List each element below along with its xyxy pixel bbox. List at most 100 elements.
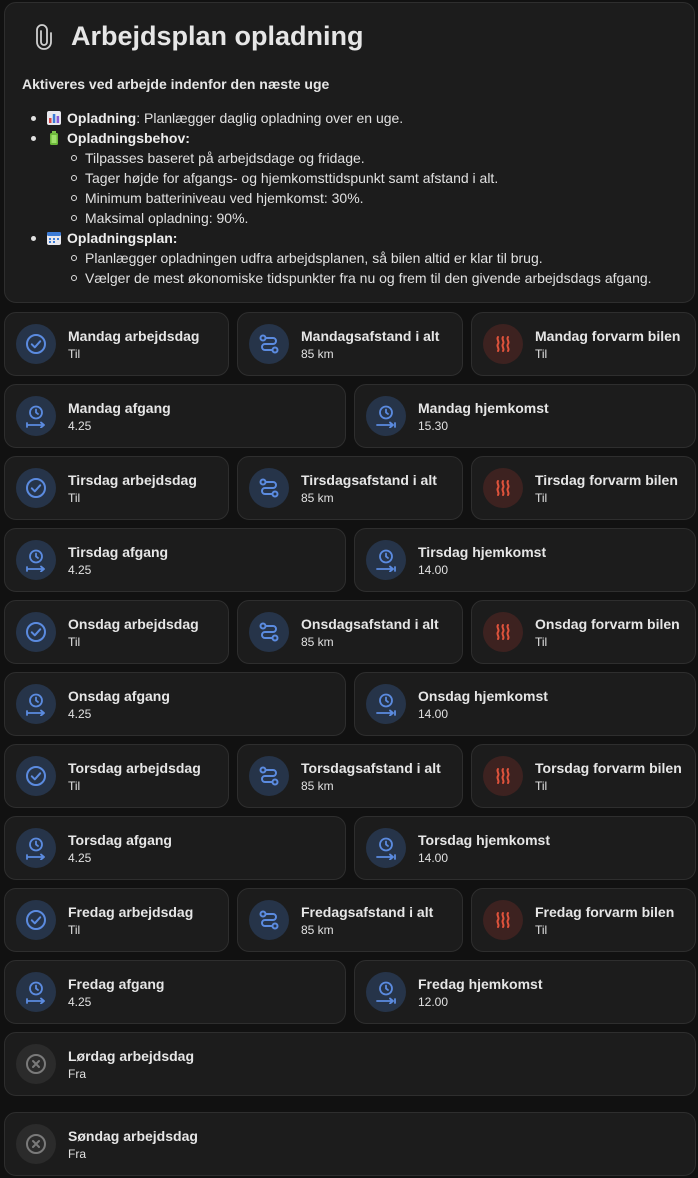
clock-departure-icon[interactable] bbox=[16, 972, 56, 1012]
tile-state: 15.30 bbox=[418, 419, 449, 433]
tile-name: Torsdagsafstand i alt bbox=[301, 760, 441, 776]
tile-thu-ret[interactable]: Torsdag hjemkomst 14.00 bbox=[354, 816, 696, 880]
tile-name: Mandag arbejdsdag bbox=[68, 328, 200, 344]
tile-tue-dist[interactable]: Tirsdagsafstand i alt 85 km bbox=[237, 456, 463, 520]
tile-mon-dist[interactable]: Mandagsafstand i alt 85 km bbox=[237, 312, 463, 376]
check-circle-icon[interactable] bbox=[16, 612, 56, 652]
heat-wave-icon[interactable] bbox=[483, 900, 523, 940]
tile-state: 4.25 bbox=[68, 419, 92, 433]
route-icon[interactable] bbox=[249, 324, 289, 364]
tile-sun-work[interactable]: Søndag arbejdsdag Fra bbox=[4, 1112, 696, 1176]
sub-list: Tilpasses baseret på arbejdsdage og frid… bbox=[47, 148, 652, 228]
tile-state: 85 km bbox=[301, 347, 334, 361]
tile-fri-dep[interactable]: Fredag afgang 4.25 bbox=[4, 960, 346, 1024]
tile-name: Mandag forvarm bilen bbox=[535, 328, 681, 344]
route-icon[interactable] bbox=[249, 900, 289, 940]
tile-mon-ret[interactable]: Mandag hjemkomst 15.30 bbox=[354, 384, 696, 448]
tile-wed-ret[interactable]: Onsdag hjemkomst 14.00 bbox=[354, 672, 696, 736]
route-icon[interactable] bbox=[249, 612, 289, 652]
tile-name: Fredag arbejdsdag bbox=[68, 904, 194, 920]
clock-departure-icon[interactable] bbox=[16, 828, 56, 868]
tile-name: Tirsdag arbejdsdag bbox=[68, 472, 197, 488]
tile-name: Tirsdag afgang bbox=[68, 544, 169, 560]
clock-arrival-icon[interactable] bbox=[366, 828, 406, 868]
clock-arrival-icon[interactable] bbox=[366, 684, 406, 724]
tile-name: Onsdag afgang bbox=[68, 688, 170, 704]
tile-name: Mandagsafstand i alt bbox=[301, 328, 440, 344]
tile-name: Fredag hjemkomst bbox=[418, 976, 543, 992]
tile-tue-ret[interactable]: Tirsdag hjemkomst 14.00 bbox=[354, 528, 696, 592]
list-item: Opladningsbehov: Tilpasses baseret på ar… bbox=[31, 128, 652, 228]
check-circle-icon[interactable] bbox=[16, 324, 56, 364]
tile-state: Til bbox=[535, 779, 548, 793]
tile-state: 85 km bbox=[301, 635, 334, 649]
tile-fri-work[interactable]: Fredag arbejdsdag Til bbox=[4, 888, 229, 952]
clock-arrival-icon[interactable] bbox=[366, 972, 406, 1012]
tile-thu-heat[interactable]: Torsdag forvarm bilen Til bbox=[471, 744, 696, 808]
tile-state: Til bbox=[535, 491, 548, 505]
battery-icon bbox=[47, 131, 61, 145]
close-circle-icon[interactable] bbox=[16, 1044, 56, 1084]
tile-state: 12.00 bbox=[418, 995, 449, 1009]
route-icon[interactable] bbox=[249, 468, 289, 508]
tile-state: Til bbox=[68, 779, 81, 793]
tile-name: Torsdag arbejdsdag bbox=[68, 760, 201, 776]
check-circle-icon[interactable] bbox=[16, 756, 56, 796]
tile-name: Lørdag arbejdsdag bbox=[68, 1048, 195, 1064]
clock-departure-icon[interactable] bbox=[16, 540, 56, 580]
heat-wave-icon[interactable] bbox=[483, 324, 523, 364]
list-item: Planlægger opladningen udfra arbejdsplan… bbox=[71, 248, 652, 268]
list-item: Tager højde for afgangs- og hjemkomsttid… bbox=[71, 168, 652, 188]
tile-fri-ret[interactable]: Fredag hjemkomst 12.00 bbox=[354, 960, 696, 1024]
tile-state: 4.25 bbox=[68, 563, 92, 577]
tile-wed-dist[interactable]: Onsdagsafstand i alt 85 km bbox=[237, 600, 463, 664]
tile-tue-heat[interactable]: Tirsdag forvarm bilen Til bbox=[471, 456, 696, 520]
tile-thu-dist[interactable]: Torsdagsafstand i alt 85 km bbox=[237, 744, 463, 808]
tile-wed-heat[interactable]: Onsdag forvarm bilen Til bbox=[471, 600, 696, 664]
bar-chart-icon bbox=[47, 111, 61, 125]
tile-tue-dep[interactable]: Tirsdag afgang 4.25 bbox=[4, 528, 346, 592]
tile-thu-dep[interactable]: Torsdag afgang 4.25 bbox=[4, 816, 346, 880]
list-item: Minimum batteriniveau ved hjemkomst: 30%… bbox=[71, 188, 652, 208]
tile-fri-heat[interactable]: Fredag forvarm bilen Til bbox=[471, 888, 696, 952]
tile-fri-dist[interactable]: Fredagsafstand i alt 85 km bbox=[237, 888, 463, 952]
list-item: Vælger de mest økonomiske tidspunkter fr… bbox=[71, 270, 652, 286]
list-item: Opladning: Planlægger daglig opladning o… bbox=[31, 108, 652, 128]
tile-mon-dep[interactable]: Mandag afgang 4.25 bbox=[4, 384, 346, 448]
tile-mon-work[interactable]: Mandag arbejdsdag Til bbox=[4, 312, 229, 376]
tile-state: Til bbox=[68, 923, 81, 937]
close-circle-icon[interactable] bbox=[16, 1124, 56, 1164]
tile-state: 85 km bbox=[301, 923, 334, 937]
heat-wave-icon[interactable] bbox=[483, 756, 523, 796]
tile-state: 14.00 bbox=[418, 707, 449, 721]
tile-mon-heat[interactable]: Mandag forvarm bilen Til bbox=[471, 312, 696, 376]
tile-sat-work[interactable]: Lørdag arbejdsdag Fra bbox=[4, 1032, 696, 1096]
tile-state: 14.00 bbox=[418, 851, 449, 865]
calendar-icon bbox=[47, 231, 61, 245]
tile-state: 4.25 bbox=[68, 707, 92, 721]
clock-arrival-icon[interactable] bbox=[366, 396, 406, 436]
clock-departure-icon[interactable] bbox=[16, 396, 56, 436]
tile-state: 85 km bbox=[301, 779, 334, 793]
check-circle-icon[interactable] bbox=[16, 900, 56, 940]
heat-wave-icon[interactable] bbox=[483, 612, 523, 652]
tile-name: Fredagsafstand i alt bbox=[301, 904, 434, 920]
tile-name: Mandag afgang bbox=[68, 400, 171, 416]
tile-name: Torsdag afgang bbox=[68, 832, 172, 848]
page-title: Arbejdsplan opladning bbox=[71, 21, 364, 51]
card-header: Arbejdsplan opladning bbox=[29, 21, 364, 52]
tile-tue-work[interactable]: Tirsdag arbejdsdag Til bbox=[4, 456, 229, 520]
tile-name: Onsdag hjemkomst bbox=[418, 688, 548, 704]
route-icon[interactable] bbox=[249, 756, 289, 796]
tile-name: Onsdag arbejdsdag bbox=[68, 616, 199, 632]
clock-departure-icon[interactable] bbox=[16, 684, 56, 724]
tile-wed-dep[interactable]: Onsdag afgang 4.25 bbox=[4, 672, 346, 736]
tile-name: Fredag afgang bbox=[68, 976, 165, 992]
tile-state: 14.00 bbox=[418, 563, 449, 577]
tile-state: Til bbox=[535, 347, 548, 361]
tile-thu-work[interactable]: Torsdag arbejdsdag Til bbox=[4, 744, 229, 808]
heat-wave-icon[interactable] bbox=[483, 468, 523, 508]
tile-wed-work[interactable]: Onsdag arbejdsdag Til bbox=[4, 600, 229, 664]
clock-arrival-icon[interactable] bbox=[366, 540, 406, 580]
check-circle-icon[interactable] bbox=[16, 468, 56, 508]
